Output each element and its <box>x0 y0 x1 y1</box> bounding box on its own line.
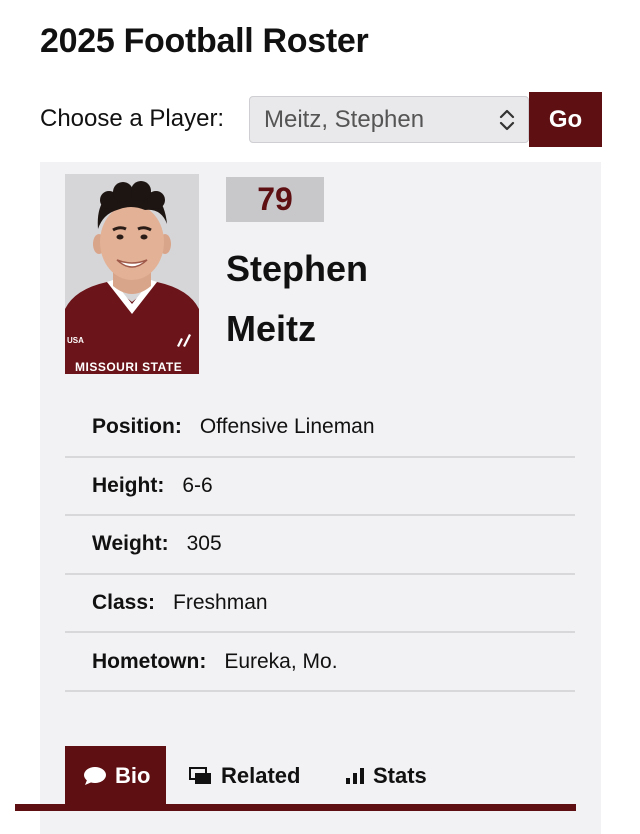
speech-bubble-icon <box>84 766 106 785</box>
info-value: Eureka, Mo. <box>224 649 338 673</box>
info-label: Weight: <box>92 532 169 556</box>
info-value: 305 <box>186 532 222 556</box>
player-select-value: Meitz, Stephen <box>264 105 425 133</box>
info-row-height: Height: 6-6 <box>65 458 575 517</box>
info-row-class: Class: Freshman <box>65 575 575 634</box>
player-photo: USA MISSOURI STATE <box>65 174 199 374</box>
tab-label: Bio <box>115 762 151 788</box>
info-row-hometown: Hometown: Eureka, Mo. <box>65 633 575 692</box>
tab-related[interactable]: Related <box>189 746 300 805</box>
info-label: Class: <box>92 591 156 615</box>
player-last-name: Meitz <box>226 308 316 349</box>
info-value: 6-6 <box>182 473 213 497</box>
player-card: USA MISSOURI STATE 79 Stephen Meitz Posi… <box>15 162 601 834</box>
page-title: 2025 Football Roster <box>40 22 369 60</box>
player-tabs: Bio Related Stats <box>65 746 601 808</box>
tab-label: Stats <box>373 762 427 788</box>
chooser-label: Choose a Player: <box>40 105 225 132</box>
bar-chart-icon <box>346 767 364 784</box>
tabs-divider <box>15 804 576 811</box>
info-row-position: Position: Offensive Lineman <box>65 399 575 458</box>
photo-logo-text: USA <box>67 336 84 345</box>
info-label: Height: <box>92 473 165 497</box>
info-label: Hometown: <box>92 649 207 673</box>
player-select[interactable]: Meitz, Stephen <box>249 96 529 143</box>
info-value: Offensive Lineman <box>199 415 375 439</box>
info-value: Freshman <box>173 591 268 615</box>
player-chooser: Choose a Player: Meitz, Stephen Go <box>40 92 602 147</box>
info-label: Position: <box>92 415 182 439</box>
photo-jersey-text: MISSOURI STATE <box>75 360 183 374</box>
tab-bio[interactable]: Bio <box>65 746 166 805</box>
select-arrows-icon <box>499 109 515 131</box>
tab-stats[interactable]: Stats <box>345 746 427 805</box>
tab-label: Related <box>221 762 301 788</box>
jersey-number-badge: 79 <box>226 177 324 222</box>
go-button[interactable]: Go <box>529 92 602 147</box>
info-row-weight: Weight: 305 <box>65 516 575 575</box>
stacked-cards-icon <box>189 766 211 784</box>
player-first-name: Stephen <box>226 248 369 289</box>
player-info-list: Position: Offensive Lineman Height: 6-6 … <box>65 399 575 692</box>
